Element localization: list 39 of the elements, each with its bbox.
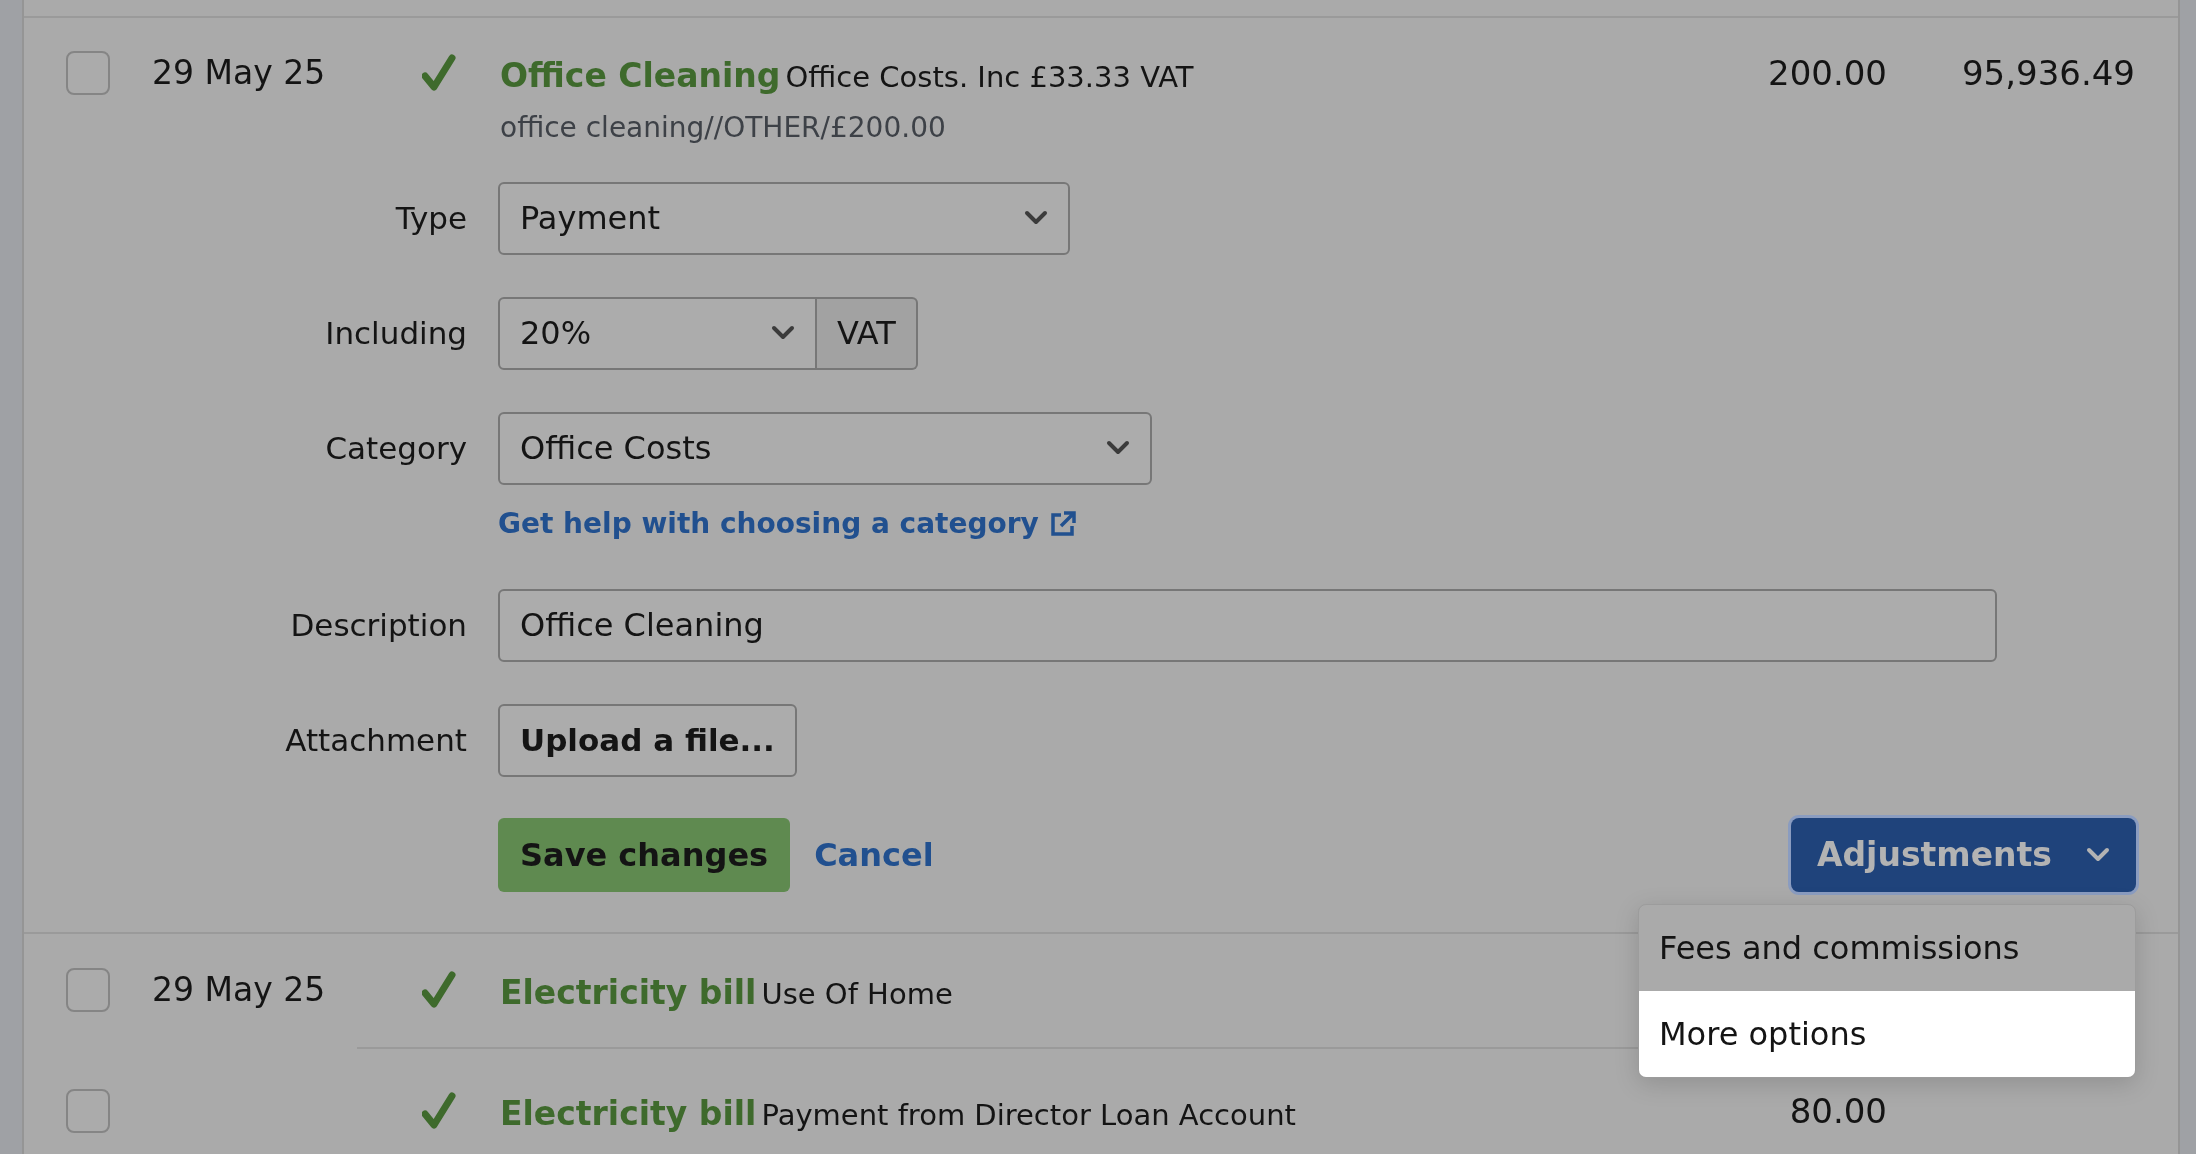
adjustments-button[interactable]: Adjustments [1790, 817, 2136, 892]
field-label: Including [324, 313, 467, 353]
input-field[interactable]: Office Cleaning [498, 588, 1997, 662]
select-value: Office Costs [520, 428, 712, 469]
transaction-title: Electricity bill [500, 972, 757, 1012]
transaction-detail: Payment from Director Loan Account [761, 1098, 1296, 1132]
date-text: 29 May 25 [152, 52, 327, 94]
transaction-title: Electricity bill [500, 1094, 757, 1133]
amount-text: 200.00 [1767, 52, 1887, 95]
select-field[interactable]: 20% [498, 296, 817, 370]
field-label: Category [324, 428, 467, 468]
select-value: 20% [520, 313, 592, 354]
select-field[interactable]: Office Costs [498, 411, 1152, 485]
transaction-detail: Office Costs. Inc £33.33 VAT [785, 60, 1194, 94]
transaction-reference: office cleaning//OTHER/£200.00 [500, 109, 947, 146]
field-label: Type [394, 198, 467, 238]
checkbox[interactable] [66, 1089, 110, 1133]
checkbox[interactable] [66, 51, 110, 95]
field-label: Attachment [284, 720, 467, 760]
vat-addon: VAT [817, 296, 918, 370]
input-value: Office Cleaning [520, 605, 764, 646]
balance-text: 95,936.49 [1960, 52, 2135, 95]
amount-text: 80.00 [1788, 1090, 1887, 1133]
checkbox[interactable] [66, 967, 110, 1012]
field-label: Description [289, 605, 467, 645]
save-button[interactable]: Save changes [498, 817, 791, 892]
upload-button[interactable]: Upload a file... [498, 703, 797, 777]
date-text: 29 May 25 [152, 968, 327, 1011]
select-field[interactable]: Payment [498, 181, 1070, 255]
menu-item[interactable]: Fees and commissions [1639, 904, 2135, 991]
chevron-down-icon [1024, 210, 1048, 226]
chevron-down-icon [771, 325, 795, 341]
select-value: Payment [520, 198, 661, 239]
chevron-down-icon [1106, 440, 1130, 456]
external-link-icon [1048, 509, 1077, 538]
menu-item[interactable]: More options [1639, 990, 2135, 1077]
transaction-title: Office Cleaning [500, 56, 781, 95]
chevron-down-icon [2086, 846, 2110, 863]
transaction-detail: Use Of Home [761, 976, 953, 1011]
